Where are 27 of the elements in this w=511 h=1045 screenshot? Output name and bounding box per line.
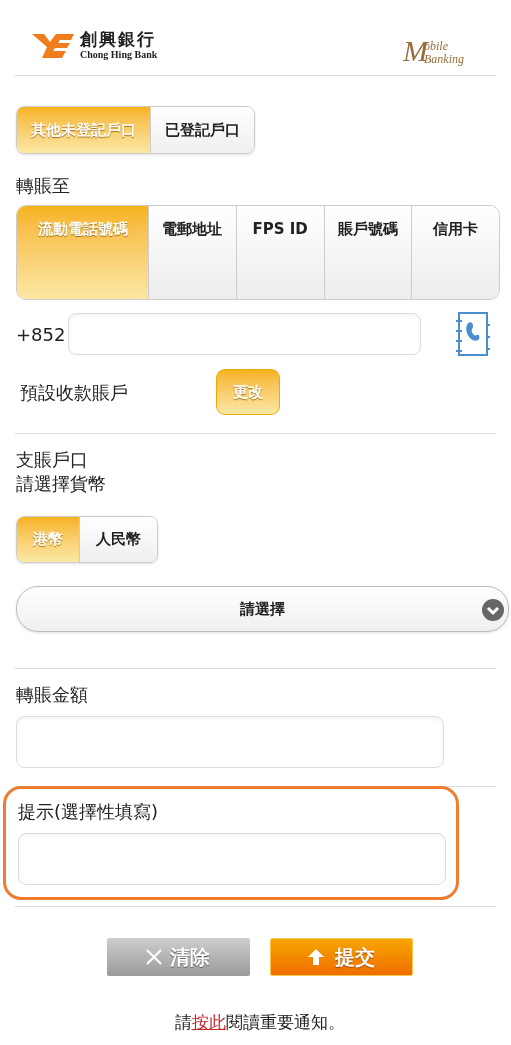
field-label: 轉賬金額 (16, 683, 89, 707)
phone-book-icon[interactable] (455, 311, 491, 357)
segment-tab[interactable]: 人民幣 (79, 517, 157, 562)
remark-input-field[interactable] (18, 833, 446, 885)
transfer-type-tab[interactable]: 信用卡 (411, 206, 499, 299)
field-label: 提示(選擇性填寫) (18, 800, 160, 824)
phone-input-field[interactable] (68, 313, 421, 355)
field-label: 預設收款賬戶 (20, 380, 129, 405)
transfer-type-tab[interactable]: FPS ID (235, 206, 324, 299)
bank-name-english: Chong Hing Bank (80, 50, 158, 60)
bank-logo-icon (32, 31, 76, 60)
notice-text: 閱讀重要通知。 (225, 1011, 345, 1034)
notice-text: 請 (174, 1011, 192, 1034)
close-icon (146, 949, 162, 965)
country-code: +852 (16, 322, 67, 347)
section-label: 支賬戶口 (16, 448, 89, 472)
amount-input-field[interactable] (16, 716, 444, 768)
transfer-type-tab[interactable]: 賬戶號碼 (323, 206, 412, 299)
transfer-type-tab[interactable]: 電郵地址 (148, 206, 236, 299)
account-dropdown[interactable]: 請選擇 (16, 586, 509, 632)
notice-link[interactable]: 按此 (191, 1010, 226, 1036)
chevron-down-icon (482, 599, 504, 621)
bank-name: 創興銀行 (80, 31, 157, 48)
section-label: 請選擇貨幣 (16, 472, 107, 496)
section-label: 轉賬至 (16, 174, 71, 198)
up-arrow-icon (307, 948, 325, 966)
segment-tab[interactable]: 已登記戶口 (150, 107, 254, 153)
